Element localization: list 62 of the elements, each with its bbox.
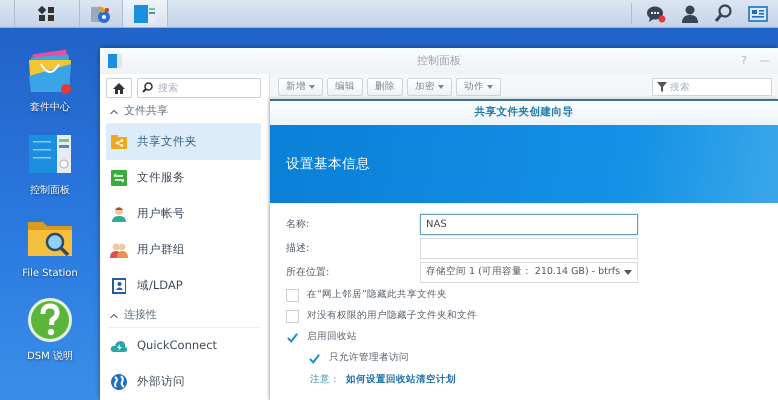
chat-icon[interactable] <box>646 4 666 24</box>
search-icon[interactable] <box>714 4 734 24</box>
chevron-up-icon <box>110 312 118 318</box>
media-icon <box>90 4 112 24</box>
caret-icon <box>309 85 315 89</box>
chevron-up-icon <box>110 108 118 114</box>
location-dropdown[interactable]: 存储空间 1 (可用容量： 210.14 GB) - btrfs <box>420 262 638 282</box>
sidebar-item[interactable]: 共享文件夹 <box>106 124 261 160</box>
id-book-icon <box>110 277 128 295</box>
field-label: 名称: <box>286 218 310 232</box>
checkbox[interactable] <box>308 352 321 365</box>
dialog-title: 共享文件夹创建向导 <box>474 105 574 120</box>
desktop-shortcut[interactable]: File Station <box>22 212 78 281</box>
toolbar-button[interactable]: 加密 <box>407 78 452 96</box>
users-icon <box>110 241 128 259</box>
home-button[interactable] <box>106 78 132 98</box>
grid-icon <box>38 6 56 22</box>
toolbar-button[interactable]: 删除 <box>367 78 403 96</box>
checkbox-option[interactable]: 只允许管理者访问 <box>308 348 764 369</box>
sidebar-item[interactable]: 文件服务 <box>106 160 261 196</box>
user-icon <box>110 205 128 223</box>
desktop-shortcut[interactable]: 控制面板 <box>25 129 75 198</box>
step-heading: 设置基本信息 <box>286 154 370 174</box>
sidebar-item[interactable]: 用户群组 <box>106 232 261 268</box>
checkbox-option[interactable]: 对没有权限的用户隐藏子文件夹和文件 <box>286 306 764 327</box>
caret-icon <box>487 85 493 89</box>
user-icon[interactable] <box>680 4 700 24</box>
note-label: 注意： <box>310 373 340 387</box>
checkbox[interactable] <box>286 331 299 344</box>
section-header[interactable]: 连接性 <box>106 304 261 328</box>
help-icon <box>25 295 75 345</box>
widgets-icon[interactable] <box>748 4 768 24</box>
globe-icon <box>110 373 128 391</box>
help-link[interactable]: 如何设置回收站清空计划 <box>346 373 456 388</box>
share-folder-icon <box>110 133 128 151</box>
control-panel-icon <box>108 53 122 69</box>
desktop-shortcut[interactable]: 套件中心 <box>25 46 75 115</box>
checkbox[interactable] <box>286 289 299 302</box>
checkbox[interactable] <box>286 310 299 323</box>
sidebar-item[interactable]: 域/LDAP <box>106 268 261 304</box>
text-field[interactable] <box>420 238 638 258</box>
search-field[interactable]: 搜索 <box>137 78 261 98</box>
filter-field[interactable]: 搜索 <box>652 78 772 96</box>
sidebar-item[interactable]: 外部访问 <box>106 364 261 400</box>
sidebar-item[interactable]: QuickConnect <box>106 328 261 364</box>
checkbox-option[interactable]: 在“网上邻居”隐藏此共享文件夹 <box>286 285 764 306</box>
control-panel-icon <box>133 4 157 24</box>
field-label: 描述: <box>286 242 310 256</box>
taskbar-button[interactable] <box>14 0 80 27</box>
sidebar-item[interactable]: 用户帐号 <box>106 196 261 232</box>
caret-icon <box>624 270 632 274</box>
arrows-icon <box>110 169 128 187</box>
toolbar-button[interactable]: 编辑 <box>327 78 363 96</box>
toolbar-button[interactable]: 新增 <box>278 78 323 96</box>
home-icon <box>113 82 125 94</box>
desktop-shortcut[interactable]: DSM 说明 <box>25 295 75 364</box>
caret-icon <box>438 85 444 89</box>
window-title: 控制面板 <box>417 54 461 67</box>
text-field[interactable]: NAS <box>420 214 638 234</box>
toolbar-button[interactable]: 动作 <box>456 78 501 96</box>
checkbox-option[interactable]: 启用回收站 <box>286 327 764 348</box>
field-label: 所在位置: <box>286 266 330 280</box>
